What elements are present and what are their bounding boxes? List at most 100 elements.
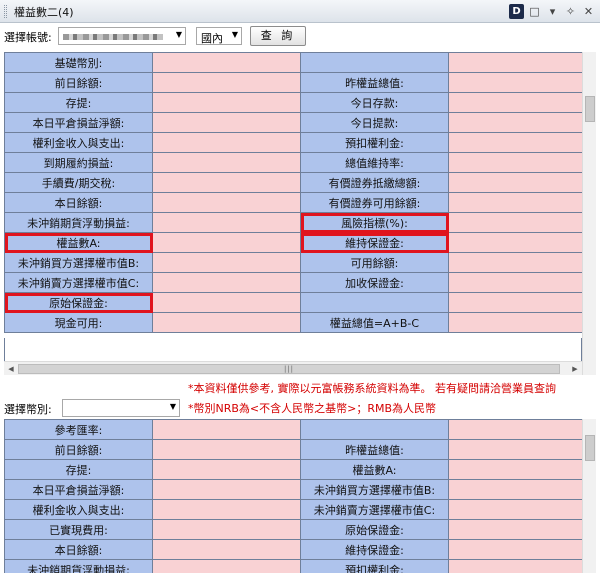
field-label bbox=[300, 52, 449, 73]
field-value bbox=[152, 252, 301, 273]
field-label: 本日餘額: bbox=[4, 539, 153, 560]
field-label: 昨權益總值: bbox=[300, 439, 449, 460]
field-value bbox=[448, 519, 582, 540]
field-label: 未沖銷期貨浮動損益: bbox=[4, 212, 153, 233]
field-label: 昨權益總值: bbox=[300, 72, 449, 93]
account-select[interactable]: ▼ bbox=[58, 27, 186, 45]
field-value bbox=[448, 419, 582, 440]
field-label: 已實現費用: bbox=[4, 519, 153, 540]
field-label: 預扣權利金: bbox=[300, 132, 449, 153]
field-label: 權益總值=A+B-C bbox=[300, 312, 449, 333]
field-value bbox=[152, 52, 301, 73]
currency-row: 選擇幣別: ▼ bbox=[0, 398, 600, 418]
field-label: 有價證券抵繳總額: bbox=[300, 172, 449, 193]
field-value bbox=[152, 539, 301, 560]
table-row: 原始保證金: bbox=[4, 292, 582, 313]
field-value bbox=[448, 292, 582, 313]
balance-table-1: 基礎幣別: 前日餘額: 昨權益總值: 存提: 今日存款: 本日平倉損益淨額: 今日提款: 權利… bbox=[4, 52, 582, 333]
field-label: 本日平倉損益淨額: bbox=[4, 112, 153, 133]
field-label: 手續費/期交稅: bbox=[4, 172, 153, 193]
field-label: 前日餘額: bbox=[4, 439, 153, 460]
field-value bbox=[448, 252, 582, 273]
table-row: 存提: 權益數A: bbox=[4, 459, 582, 480]
vertical-scroll-thumb-1[interactable] bbox=[585, 96, 595, 122]
grid1-empty-area bbox=[4, 338, 582, 361]
chevron-down-icon: ▼ bbox=[231, 30, 238, 39]
field-value bbox=[152, 132, 301, 153]
vertical-scrollbar-1[interactable] bbox=[582, 52, 596, 375]
field-value bbox=[448, 112, 582, 133]
query-button[interactable]: 查 詢 bbox=[250, 26, 306, 46]
field-value bbox=[152, 152, 301, 173]
close-icon[interactable]: ✕ bbox=[581, 4, 596, 19]
field-label: 原始保證金: bbox=[4, 292, 153, 313]
market-select[interactable]: 國內 ▼ bbox=[196, 27, 242, 45]
menu-dropdown-icon[interactable]: ▾ bbox=[545, 4, 560, 19]
field-label: 存提: bbox=[4, 459, 153, 480]
field-label: 本日平倉損益淨額: bbox=[4, 479, 153, 500]
field-label: 未沖銷賣方選擇權市值C: bbox=[4, 272, 153, 293]
table-row: 未沖銷買方選擇權市值B: 可用餘額: bbox=[4, 252, 582, 273]
horizontal-scroll-thumb[interactable]: ||| bbox=[18, 364, 560, 374]
field-value bbox=[448, 52, 582, 73]
field-value bbox=[152, 172, 301, 193]
field-label: 加收保證金: bbox=[300, 272, 449, 293]
field-value bbox=[152, 72, 301, 93]
field-label: 權利金收入與支出: bbox=[4, 132, 153, 153]
field-label: 預扣權利金: bbox=[300, 559, 449, 573]
field-label: 可用餘額: bbox=[300, 252, 449, 273]
field-value bbox=[448, 439, 582, 460]
market-value: 國內 bbox=[201, 32, 223, 45]
titlebar-icons: D □ ▾ ✧ ✕ bbox=[509, 3, 596, 20]
table-row: 本日餘額: 有價證券可用餘額: bbox=[4, 192, 582, 213]
drag-grip-icon[interactable] bbox=[4, 5, 7, 18]
scroll-left-icon[interactable]: ◀ bbox=[4, 362, 18, 376]
masked-account-value bbox=[63, 34, 163, 40]
field-label: 風險指標(%): bbox=[300, 212, 449, 233]
vertical-scrollbar-2[interactable] bbox=[582, 419, 596, 573]
field-label: 權利金收入與支出: bbox=[4, 499, 153, 520]
table-row: 未沖銷期貨浮動損益: 風險指標(%): bbox=[4, 212, 582, 233]
chevron-down-icon: ▼ bbox=[169, 402, 176, 411]
field-label: 今日存款: bbox=[300, 92, 449, 113]
field-value bbox=[152, 499, 301, 520]
field-value bbox=[152, 292, 301, 313]
field-label: 維持保證金: bbox=[300, 539, 449, 560]
field-value bbox=[448, 539, 582, 560]
field-value bbox=[152, 459, 301, 480]
field-label: 原始保證金: bbox=[300, 519, 449, 540]
chevron-down-icon: ▼ bbox=[175, 30, 182, 39]
table-row: 權利金收入與支出: 未沖銷賣方選擇權市值C: bbox=[4, 499, 582, 520]
table-row: 本日平倉損益淨額: 今日提款: bbox=[4, 112, 582, 133]
vertical-scroll-thumb-2[interactable] bbox=[585, 435, 595, 461]
horizontal-scrollbar[interactable]: ◀ ||| ▶ bbox=[4, 361, 582, 375]
notice-line-1: *本資料僅供參考, 實際以元富帳務系統資料為準。 若有疑問請洽營業員查詢 bbox=[188, 382, 556, 395]
field-value bbox=[152, 439, 301, 460]
table-row: 權益數A: 維持保證金: bbox=[4, 232, 582, 253]
field-value bbox=[448, 212, 582, 233]
field-label: 未沖銷買方選擇權市值B: bbox=[300, 479, 449, 500]
table-row: 存提: 今日存款: bbox=[4, 92, 582, 113]
field-value bbox=[152, 479, 301, 500]
table-row: 權利金收入與支出: 預扣權利金: bbox=[4, 132, 582, 153]
scroll-right-icon[interactable]: ▶ bbox=[568, 362, 582, 376]
table-row: 前日餘額: 昨權益總值: bbox=[4, 72, 582, 93]
field-label: 總值維持率: bbox=[300, 152, 449, 173]
table-row: 到期履約損益: 總值維持率: bbox=[4, 152, 582, 173]
field-label: 未沖銷期貨浮動損益: bbox=[4, 559, 153, 573]
balance-grid-2: 參考匯率: 前日餘額: 昨權益總值: 存提: 權益數A: 本日平倉損益淨額: 未沖銷買方選擇… bbox=[4, 419, 582, 573]
field-value bbox=[152, 232, 301, 253]
table-row: 參考匯率: bbox=[4, 419, 582, 440]
field-label: 前日餘額: bbox=[4, 72, 153, 93]
field-value bbox=[152, 272, 301, 293]
currency-select[interactable]: ▼ bbox=[62, 399, 180, 417]
new-window-icon[interactable]: □ bbox=[527, 4, 542, 19]
field-label bbox=[300, 292, 449, 313]
field-label: 權益數A: bbox=[4, 232, 153, 253]
pin-icon[interactable]: ✧ bbox=[563, 4, 578, 19]
table-row: 前日餘額: 昨權益總值: bbox=[4, 439, 582, 460]
table-row: 本日平倉損益淨額: 未沖銷買方選擇權市值B: bbox=[4, 479, 582, 500]
field-value bbox=[152, 92, 301, 113]
d-logo-icon[interactable]: D bbox=[509, 4, 524, 19]
field-label: 現金可用: bbox=[4, 312, 153, 333]
